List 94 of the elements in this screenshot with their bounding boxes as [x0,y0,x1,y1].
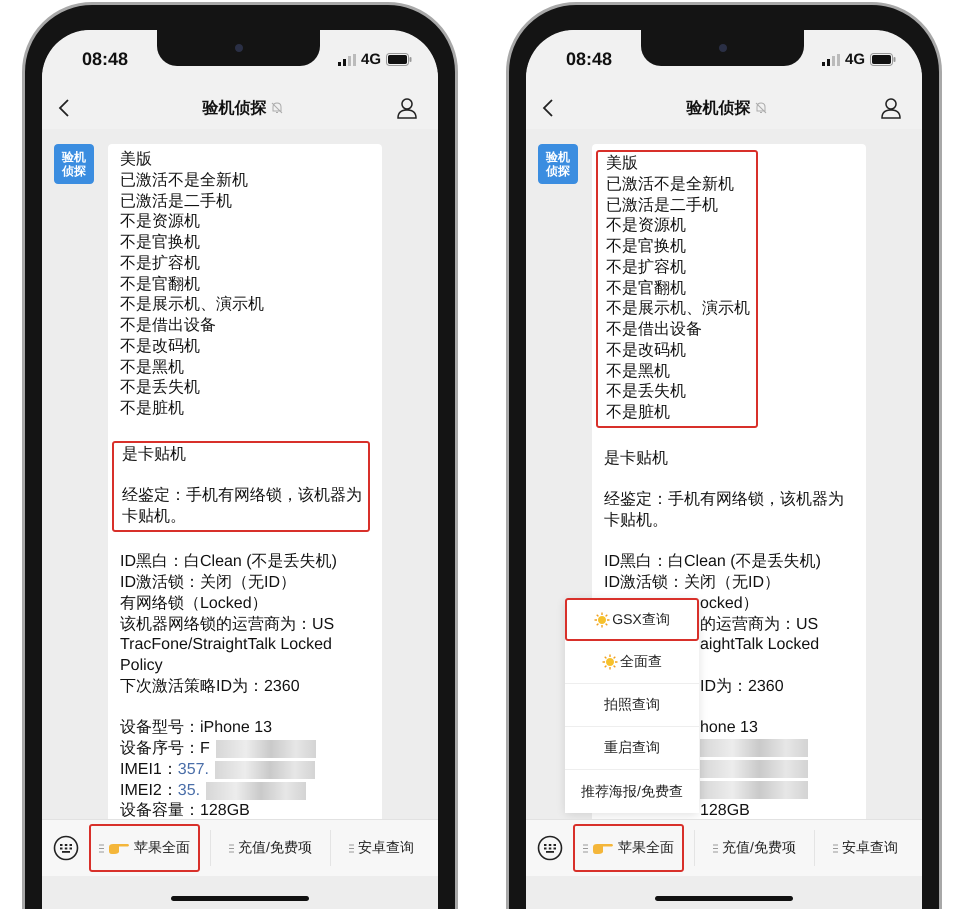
message-line: ID黑白：白Clean (不是丢失机) [120,552,338,572]
keyboard-icon[interactable] [537,835,563,861]
message-line: 不是改码机 [120,336,201,357]
menu-item[interactable]: 重启查询 [565,727,699,770]
message-line: 不是脏机 [120,399,185,419]
message-line: 是卡贴机 [122,444,187,464]
message-line: 美版 [606,154,639,174]
message-line: 设备容量：128GB [120,801,251,819]
chat-title: 验机侦探 [202,98,266,118]
sun-icon [594,612,610,628]
menu-icon [583,844,588,852]
menu-item[interactable]: 拍照查询 [565,684,699,727]
message-line: 下次激活策略ID为：2360 [120,676,301,697]
battery-icon [870,53,896,66]
signal-icon [822,54,840,66]
message-line: 已激活是二手机 [120,192,233,212]
message-line: TracFone/StraightTalk Locked [120,635,333,656]
message-line: ID激活锁：关闭（无ID） [120,573,297,593]
menu-button[interactable]: 苹果全面 [573,824,684,872]
chat-title: 验机侦探 [686,98,750,118]
message-line: 美版 [120,150,153,170]
field-label: IMEI2： [120,780,178,800]
message-line: 已激活是二手机 [606,196,719,216]
message-line: 不是展示机、演示机 [606,299,750,320]
menu-item[interactable]: GSX查询 [565,598,699,641]
menu-icon [99,844,104,852]
message-line: 不是扩容机 [120,254,201,274]
network-label: 4G [844,51,865,68]
message-line: 不是资源机 [120,212,201,232]
message-line: 不是借出设备 [120,316,217,336]
message-line: 不是官换机 [606,237,687,257]
message-line: 不是官换机 [120,233,201,253]
message-line: Policy [120,656,164,676]
menu-button[interactable]: 充值/免费项 [705,824,804,872]
message-line: 不是黑机 [120,358,185,378]
message-line: ID为：2360 [700,676,785,697]
message-line: ID黑白：白Clean (不是丢失机) [604,552,822,572]
message-line: 不是脏机 [606,403,671,423]
message-line: 经鉴定：手机有网络锁，该机器为 [122,486,362,506]
status-time: 08:48 [566,49,612,70]
profile-icon[interactable] [880,97,902,119]
message-line: 不是资源机 [606,216,687,236]
keyboard-icon[interactable] [53,835,79,861]
avatar-logo: 验机 侦探 [538,144,578,184]
message-line: ID激活锁：关闭（无ID） [604,573,781,593]
message-line: 不是改码机 [606,340,687,361]
network-label: 4G [360,51,381,68]
hand-icon [592,841,614,855]
message-line: 不是黑机 [606,362,671,382]
message-line: ocked） [700,594,760,614]
menu-icon [832,844,838,852]
message-line: 经鉴定：手机有网络锁，该机器为 [604,490,845,510]
message-line: 不是丢失机 [120,378,201,398]
message-line: 不是丢失机 [606,382,687,402]
number-link[interactable]: 357. [178,760,209,780]
menu-icon [348,844,354,852]
status-time: 08:48 [82,49,128,70]
message-line: 设备型号：iPhone 13 [120,718,274,738]
message-line: 已激活不是全新机 [120,170,249,191]
message-line: aightTalk Locked [700,635,820,656]
message-line: 已激活不是全新机 [606,174,735,195]
message-line: 不是官翻机 [120,274,201,294]
message-line: 不是扩容机 [606,258,687,278]
message-line: 卡贴机。 [122,506,187,527]
message-line: 不是借出设备 [606,320,703,340]
hand-icon [108,841,130,855]
back-icon[interactable] [58,98,70,118]
field-label: 设备序号： [120,739,200,759]
menu-button[interactable]: 安卓查询 [824,824,906,872]
message-line: 卡贴机。 [604,510,669,531]
message-line: 该机器网络锁的运营商为：US [120,614,336,634]
menu-button[interactable]: 苹果全面 [89,824,200,872]
message-line: hone 13 [700,718,759,738]
avatar-logo: 验机 侦探 [54,144,94,184]
menu-button[interactable]: 安卓查询 [340,824,422,872]
battery-icon [386,53,412,66]
menu-icon [713,844,718,852]
message-line: 不是官翻机 [606,278,687,298]
profile-icon[interactable] [396,97,418,119]
field-value: F [200,739,210,759]
message-line: 是卡贴机 [604,448,669,468]
message-line: 128GB [700,801,751,819]
message-line: 有网络锁（Locked） [120,594,269,614]
menu-item[interactable]: 全面查 [565,641,699,684]
menu-icon [229,844,234,852]
sun-icon [602,654,618,670]
number-link[interactable]: 35. [178,780,200,802]
field-label: IMEI1： [120,760,178,780]
back-icon[interactable] [542,98,554,118]
menu-item[interactable]: 推荐海报/免费查 [565,770,699,813]
message-line: 不是展示机、演示机 [120,295,265,316]
menu-button[interactable]: 充值/免费项 [221,824,320,872]
signal-icon [338,54,356,66]
message-line: 的运营商为：US [700,614,820,634]
